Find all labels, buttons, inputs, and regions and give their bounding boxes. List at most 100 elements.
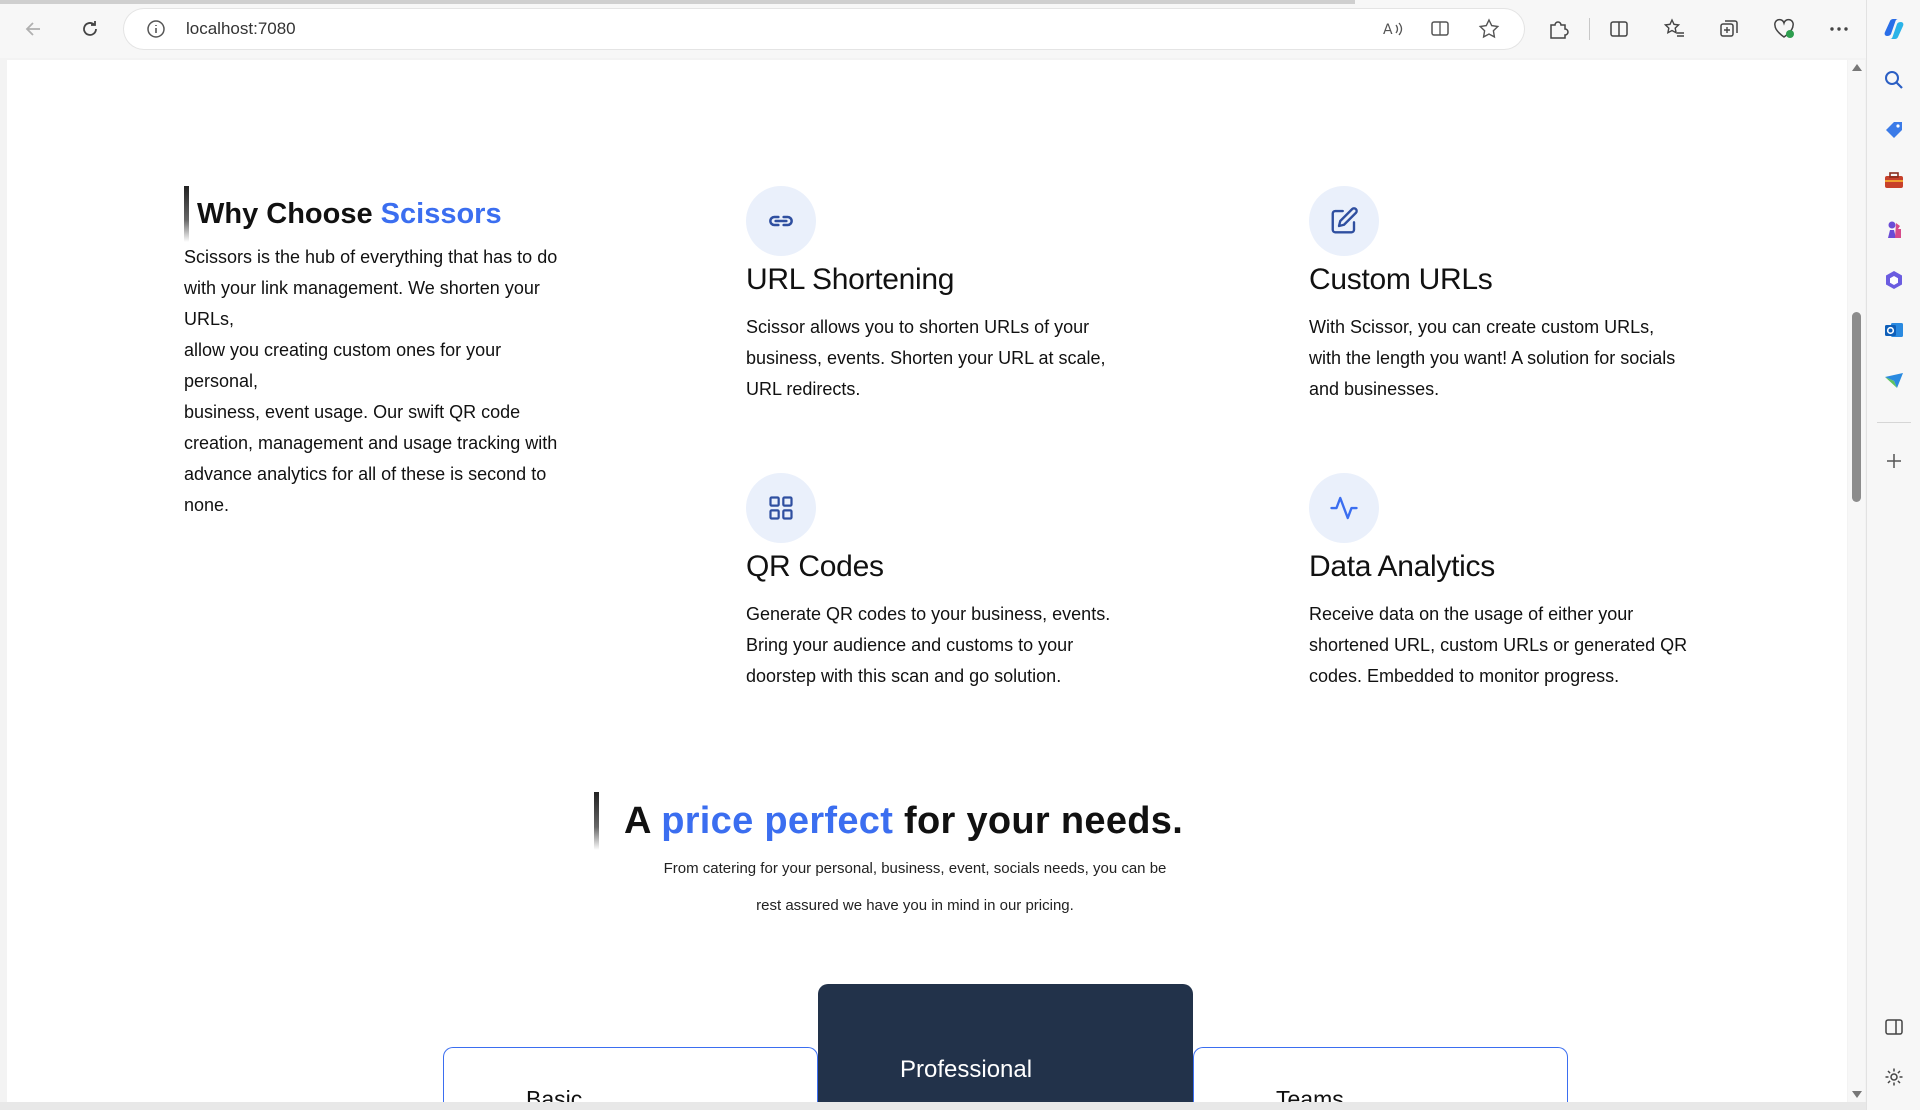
outlook-icon [1885,323,1903,337]
paragraph-line: none. [184,495,230,515]
search-icon [1885,71,1903,89]
heading-accent-bar [594,792,599,850]
scroll-down-arrow-icon[interactable] [1852,1091,1862,1098]
feature-icon-circle [1309,186,1379,256]
price-perfect-highlight: price perfect [661,799,894,842]
tab-strip-edge [0,0,1355,4]
sidebar-search-button[interactable] [1880,66,1908,94]
heading-accent-bar [184,186,189,242]
paragraph-line: creation, management and usage tracking … [184,433,558,453]
reload-icon [83,21,97,36]
why-choose-paragraph: Scissors is the hub of everything that h… [184,242,634,521]
sidebar-outlook-button[interactable] [1880,316,1908,344]
settings-more-button[interactable] [1821,12,1857,46]
immersive-reader-icon[interactable] [1428,17,1454,41]
feature-description: Generate QR codes to your business, even… [746,604,1111,686]
feature-title: URL Shortening [746,263,955,296]
scrollbar-thumb[interactable] [1852,312,1861,502]
favorites-button[interactable] [1656,12,1692,46]
feature-description: Receive data on the usage of either your… [1309,604,1688,686]
paragraph-line: URLs, [184,309,235,329]
gear-icon [1885,1068,1903,1086]
sidebar-divider [1877,422,1911,423]
back-arrow-icon [25,22,40,36]
heart-pulse-icon [1774,18,1794,38]
copilot-button[interactable] [1880,15,1908,43]
page-scrollbar[interactable] [1848,60,1865,1102]
plan-card-professional[interactable]: Professional [818,984,1193,1102]
why-choose-heading: Why Choose Scissors [184,186,502,242]
plan-card-teams[interactable]: Teams [1193,1047,1568,1102]
plus-icon [1887,454,1901,468]
sidebar-settings-button[interactable] [1880,1063,1908,1091]
feature-title: Custom URLs [1309,263,1493,296]
microsoft365-icon [1886,271,1902,289]
scroll-up-arrow-icon[interactable] [1852,64,1862,71]
pricing-heading: A price perfect for your needs. [594,792,1244,850]
shopping-tag-icon [1886,122,1902,138]
pricing-subtitle: From catering for your personal, busines… [663,860,1167,914]
hide-sidebar-button[interactable] [1880,1013,1908,1041]
feature-icon-circle [746,186,816,256]
window-bottom-edge [0,1102,1866,1110]
feature-description: With Scissor, you can create custom URLs… [1309,317,1676,399]
feature-icon-circle [746,473,816,543]
plan-name: Teams [1276,1086,1344,1102]
split-screen-icon [1610,21,1628,37]
paragraph-line: allow you creating custom ones for your [184,340,502,360]
sidebar-shopping-button[interactable] [1880,116,1908,144]
paragraph-line: personal, [184,371,259,391]
activity-icon [1330,496,1358,520]
feature-title: QR Codes [746,550,884,583]
sidebar-microsoft365-button[interactable] [1880,266,1908,294]
collections-button[interactable] [1711,12,1747,46]
paragraph-line: business, event usage. Our swift QR code [184,402,521,422]
puzzle-icon [1550,21,1569,39]
favorite-star-icon[interactable] [1476,17,1502,41]
browser-toolbar: localhost:7080 A [0,0,1920,58]
edit-icon [1331,207,1358,234]
plan-name: Basic [526,1086,583,1102]
reload-button[interactable] [70,12,110,46]
link-icon [769,215,793,227]
read-aloud-icon[interactable]: A [1380,17,1406,41]
browser-essentials-button[interactable] [1766,12,1802,46]
address-bar[interactable]: localhost:7080 A [124,9,1524,49]
send-drop-icon [1885,373,1903,388]
sidebar-drop-button[interactable] [1880,366,1908,394]
split-screen-button[interactable] [1601,12,1637,46]
paragraph-line: with your link management. We shorten yo… [184,278,540,298]
favorites-list-icon [1663,18,1684,37]
more-dots-icon [1830,27,1848,31]
site-info-icon[interactable] [146,19,166,44]
collections-icon [1720,20,1738,37]
chess-piece-icon [1888,221,1901,238]
feature-custom-urls: Custom URLs With Scissor, you can create… [1309,186,1769,405]
why-choose-title: Why Choose Scissors [197,197,502,230]
panel-icon [1885,1019,1903,1035]
brand-name: Scissors [380,197,502,230]
feature-data-analytics: Data Analytics Receive data on the usage… [1309,473,1769,692]
sidebar-tools-button[interactable] [1880,166,1908,194]
paragraph-line: Scissors is the hub of everything that h… [184,247,558,267]
toolbar-divider [1589,18,1590,40]
svg-text:A: A [1383,22,1393,38]
feature-url-shortening: URL Shortening Scissor allows you to sho… [746,186,1206,405]
extensions-button[interactable] [1540,12,1576,46]
feature-qr-codes: QR Codes Generate QR codes to your busin… [746,473,1206,692]
pricing-title: A price perfect for your needs. [624,799,1184,842]
toolbox-icon [1885,172,1903,188]
page-viewport: Why Choose Scissors Scissors is the hub … [7,60,1847,1102]
grid-icon [769,496,793,520]
sidebar-add-button[interactable] [1880,447,1908,475]
edge-sidebar [1866,0,1920,1110]
feature-description: Scissor allows you to shorten URLs of yo… [746,317,1106,399]
plan-name: Professional [900,1056,1033,1083]
copilot-icon [1884,19,1904,39]
sidebar-games-button[interactable] [1880,216,1908,244]
feature-title: Data Analytics [1309,550,1495,583]
paragraph-line: advance analytics for all of these is se… [184,464,547,484]
back-button[interactable] [14,12,54,46]
plan-card-basic[interactable]: Basic [443,1047,818,1102]
url-text[interactable]: localhost:7080 [186,19,296,39]
